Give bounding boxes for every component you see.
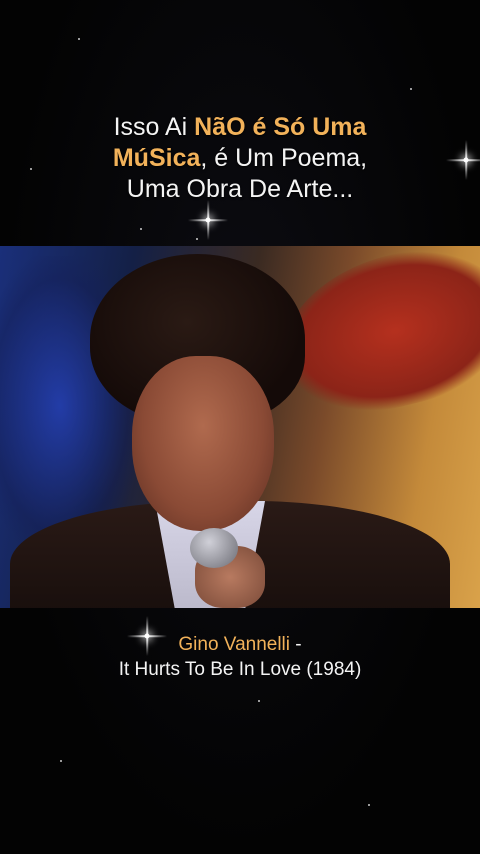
song-title: It Hurts To Be In Love (1984)	[118, 659, 362, 680]
star	[140, 228, 142, 230]
singer-face	[132, 356, 274, 531]
star	[60, 760, 62, 762]
headline-line-1: Isso Ai NãO é Só Uma	[0, 112, 480, 143]
artist-name: Gino Vannelli	[178, 634, 290, 655]
star	[258, 700, 260, 702]
song-caption: Gino Vannelli - It Hurts To Be In Love (…	[0, 632, 480, 682]
headline-line-1-plain: Isso Ai	[113, 113, 195, 141]
headline-text: Isso Ai NãO é Só Uma MúSica, é Um Poema,…	[0, 112, 480, 205]
star	[410, 88, 412, 90]
video-frame[interactable]	[0, 246, 480, 608]
headline-line-2-highlight: MúSica	[112, 144, 201, 172]
headline-line-2: MúSica, é Um Poema,	[0, 143, 480, 174]
headline-line-2-plain: , é Um Poema,	[200, 144, 368, 172]
headline-line-1-highlight: NãO é Só Uma	[194, 113, 367, 141]
headline-line-3: Uma Obra De Arte...	[126, 175, 354, 203]
star	[368, 804, 370, 806]
microphone-icon	[190, 528, 238, 568]
star	[78, 38, 80, 40]
caption-separator: -	[290, 634, 302, 655]
caption-line-1: Gino Vannelli -	[0, 632, 480, 657]
sparkle-icon	[188, 200, 228, 240]
